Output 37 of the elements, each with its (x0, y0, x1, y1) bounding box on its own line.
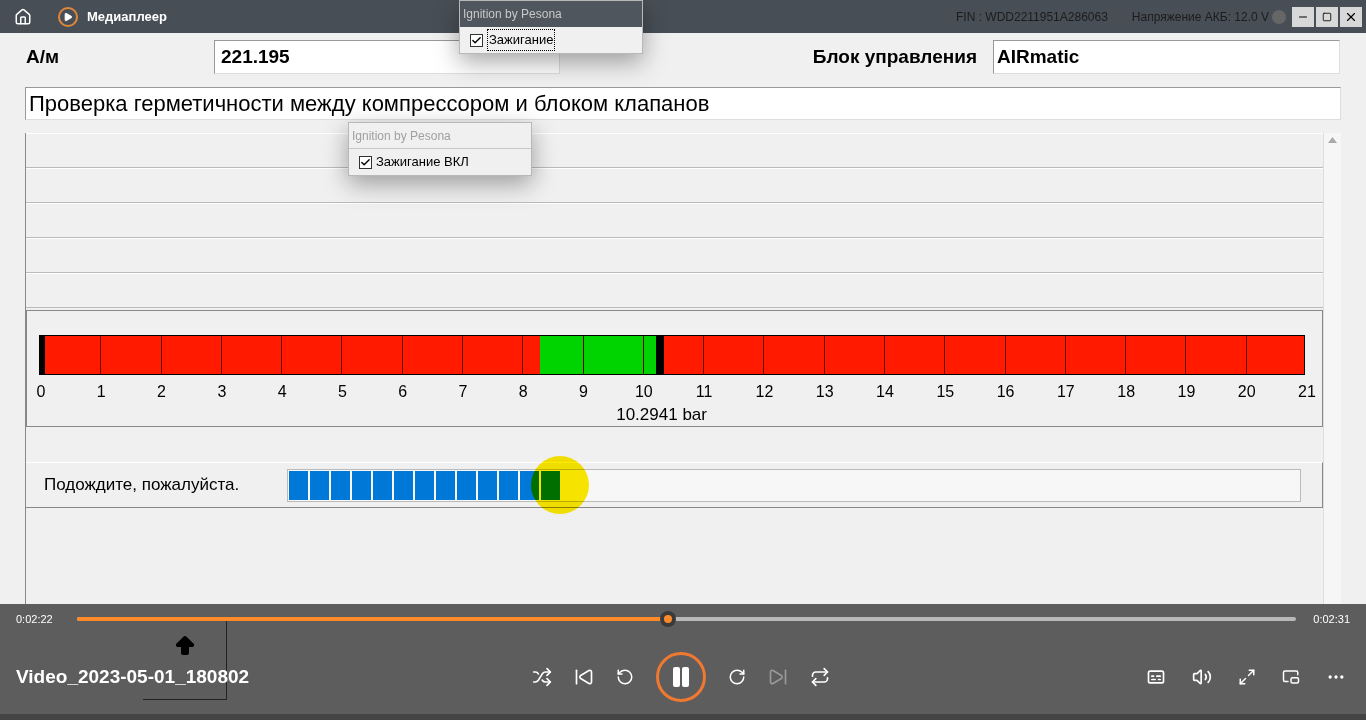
tick-label: 8 (518, 382, 528, 402)
tick-label: 17 (1056, 382, 1075, 402)
tick-label: 6 (398, 382, 408, 402)
test-title-field: Проверка герметичности между компрессором и блоком клапанов (25, 87, 1341, 120)
app-title: Медиаплеер (87, 7, 167, 26)
tick-label: 0 (36, 382, 46, 402)
tick-label: 15 (936, 382, 955, 402)
vin-text: FIN : WDD2211951A286063 (955, 8, 1108, 26)
tick-label: 21 (1298, 382, 1316, 402)
tick-label: 4 (277, 382, 287, 402)
tick-label: 7 (458, 382, 468, 402)
tick-label: 16 (996, 382, 1015, 402)
tick-label: 5 (337, 382, 347, 402)
tick-label: 11 (695, 382, 713, 402)
wait-message: Подождите, пожалуйста. (44, 474, 241, 497)
tick-label: 13 (815, 382, 834, 402)
tick-label: 14 (876, 382, 894, 402)
elapsed-time: 0:02:22 (16, 611, 54, 627)
tick-label: 19 (1177, 382, 1196, 402)
vehicle-label: А/м (26, 44, 61, 69)
tick-label: 9 (579, 382, 588, 402)
popup-title: Ignition by Pesona (460, 1, 642, 27)
tick-label: 18 (1117, 382, 1136, 402)
tick-label: 2 (157, 382, 166, 402)
battery-voltage: Напряжение АКБ: 12.0 V (1131, 8, 1269, 26)
tick-label: 10 (634, 382, 653, 402)
tick-label: 1 (96, 382, 106, 402)
pressure-reading: 10.2941 bar (616, 404, 707, 426)
total-time: 0:02:31 (1312, 611, 1350, 627)
video-title: Video_2023-05-01_180802 (16, 664, 250, 689)
checkbox-label: Зажигание (487, 29, 556, 51)
checkbox-label: Зажигание ВКЛ (376, 153, 469, 172)
tick-label: 3 (217, 382, 227, 402)
popup-title: Ignition by Pesona (349, 123, 531, 149)
control-unit-label: Блок управления (812, 44, 977, 69)
tick-label: 12 (755, 382, 774, 402)
tick-label: 20 (1237, 382, 1256, 402)
